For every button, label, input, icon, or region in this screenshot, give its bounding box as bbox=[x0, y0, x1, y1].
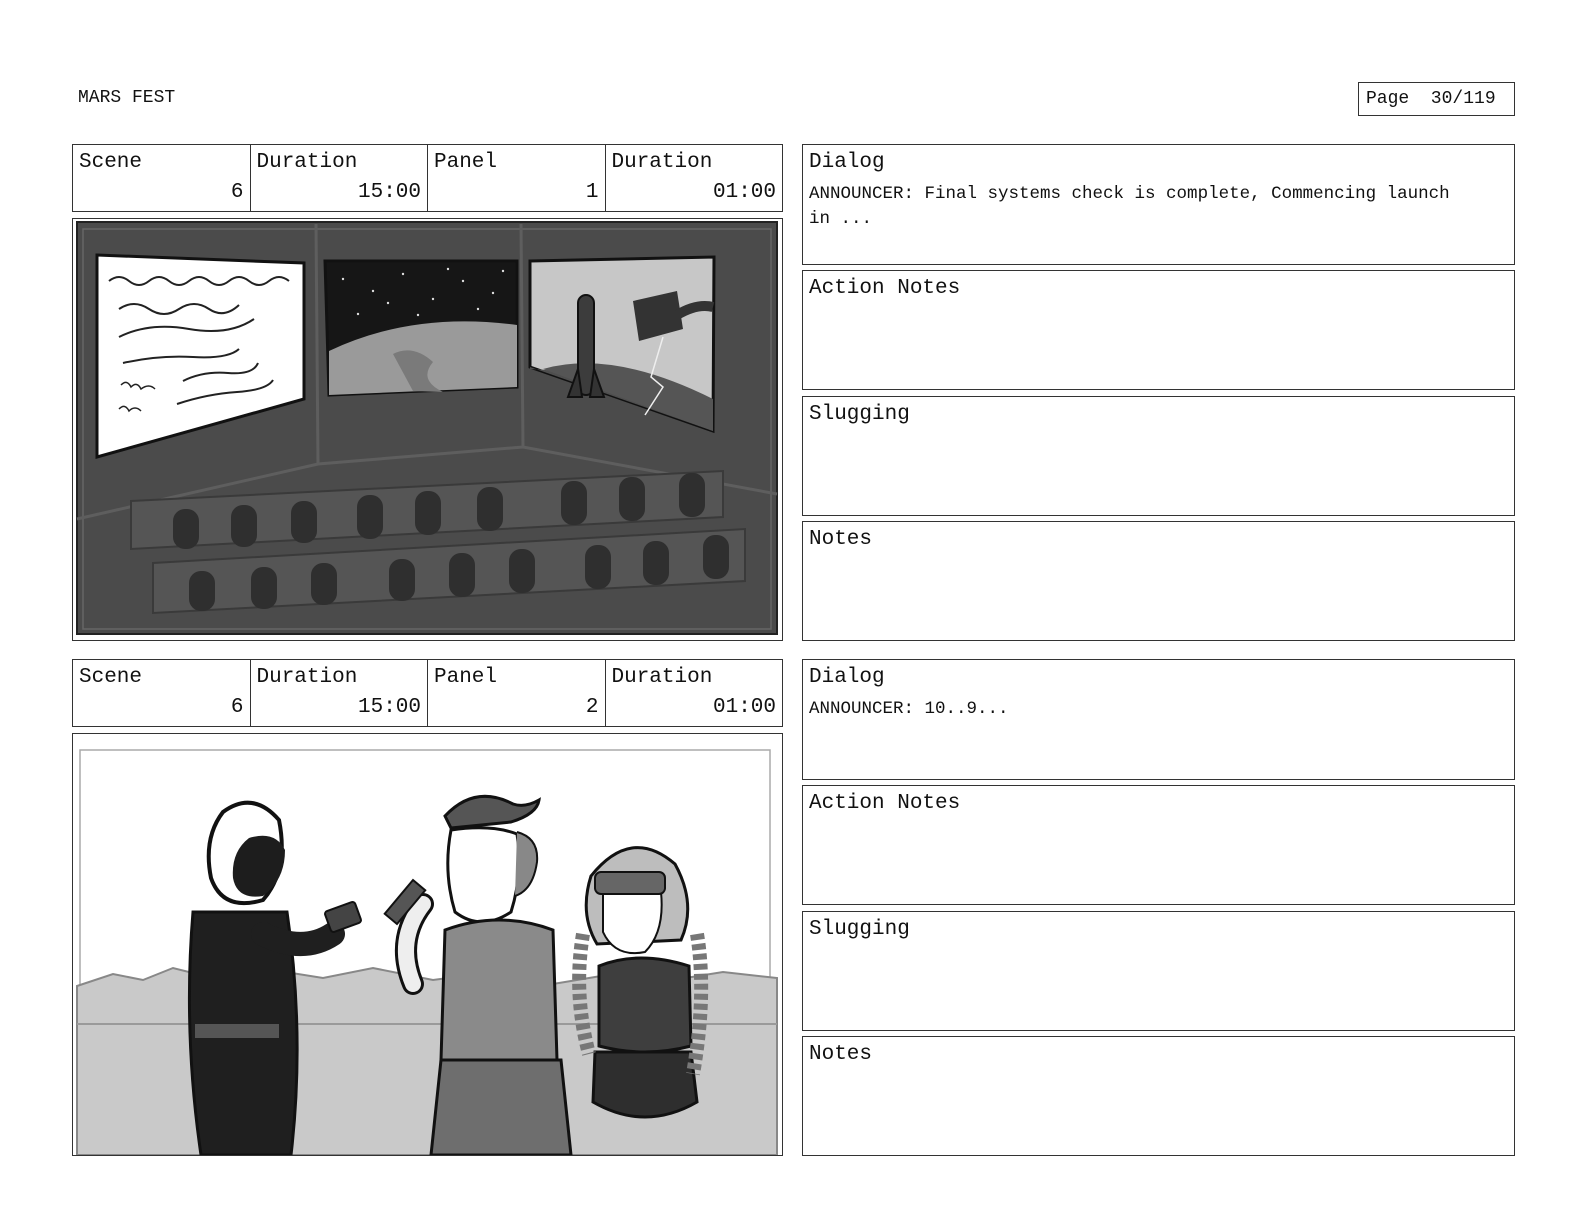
scene-label: Scene bbox=[79, 151, 143, 174]
scene-duration-label: Duration bbox=[256, 151, 358, 174]
dialog-text: ANNOUNCER: Final systems check is comple… bbox=[809, 184, 1450, 229]
panel-1-meta-row: Scene 6 Duration 15:00 Panel 1 Duration … bbox=[72, 144, 783, 212]
panel-duration-cell: Duration 01:00 bbox=[604, 660, 783, 726]
slugging-label: Slugging bbox=[809, 403, 910, 426]
dialog-label: Dialog bbox=[809, 666, 885, 689]
panel-2-meta-row: Scene 6 Duration 15:00 Panel 2 Duration … bbox=[72, 659, 783, 727]
scene-label: Scene bbox=[79, 666, 143, 689]
panel-duration-value: 01:00 bbox=[712, 181, 776, 204]
panel-1-notes-box[interactable]: Notes bbox=[802, 521, 1515, 641]
panel-cell: Panel 2 bbox=[427, 660, 605, 726]
scene-cell: Scene 6 bbox=[73, 145, 250, 211]
scene-duration-label: Duration bbox=[256, 666, 358, 689]
panel-1-action-notes-box[interactable]: Action Notes bbox=[802, 270, 1515, 390]
panel-label: Panel bbox=[434, 666, 498, 689]
panel-2-action-notes-box[interactable]: Action Notes bbox=[802, 785, 1515, 905]
scene-duration-cell: Duration 15:00 bbox=[249, 145, 428, 211]
panel-1-slugging-box[interactable]: Slugging bbox=[802, 396, 1515, 516]
project-title: MARS FEST bbox=[78, 88, 176, 108]
notes-label: Notes bbox=[809, 528, 873, 551]
page-number: Page 30/119 bbox=[1358, 82, 1515, 116]
scene-number: 6 bbox=[230, 696, 244, 719]
scene-cell: Scene 6 bbox=[73, 660, 250, 726]
slugging-label: Slugging bbox=[809, 918, 910, 941]
panel-number: 1 bbox=[585, 181, 599, 204]
panel-label: Panel bbox=[434, 151, 498, 174]
panel-1-frame[interactable] bbox=[72, 218, 783, 641]
panel-cell: Panel 1 bbox=[427, 145, 605, 211]
panel-1-dialog-box[interactable]: Dialog ANNOUNCER: Final systems check is… bbox=[802, 144, 1515, 265]
panel-2-frame[interactable] bbox=[72, 733, 783, 1156]
panel-2-notes-box[interactable]: Notes bbox=[802, 1036, 1515, 1156]
action-notes-label: Action Notes bbox=[809, 792, 961, 815]
scene-duration-cell: Duration 15:00 bbox=[249, 660, 428, 726]
dialog-label: Dialog bbox=[809, 151, 885, 174]
panel-duration-cell: Duration 01:00 bbox=[604, 145, 783, 211]
panel-2-slugging-box[interactable]: Slugging bbox=[802, 911, 1515, 1031]
panel-duration-label: Duration bbox=[611, 151, 713, 174]
panel-number: 2 bbox=[585, 696, 599, 719]
scene-duration-value: 15:00 bbox=[357, 181, 421, 204]
action-notes-label: Action Notes bbox=[809, 277, 961, 300]
astronaut-scene-sketch bbox=[76, 749, 778, 1155]
panel-duration-value: 01:00 bbox=[712, 696, 776, 719]
control-room-sketch bbox=[76, 221, 778, 635]
scene-number: 6 bbox=[230, 181, 244, 204]
panel-duration-label: Duration bbox=[611, 666, 713, 689]
notes-label: Notes bbox=[809, 1043, 873, 1066]
scene-duration-value: 15:00 bbox=[357, 696, 421, 719]
panel-2-dialog-box[interactable]: Dialog ANNOUNCER: 10..9... bbox=[802, 659, 1515, 780]
dialog-text: ANNOUNCER: 10..9... bbox=[809, 699, 1009, 719]
